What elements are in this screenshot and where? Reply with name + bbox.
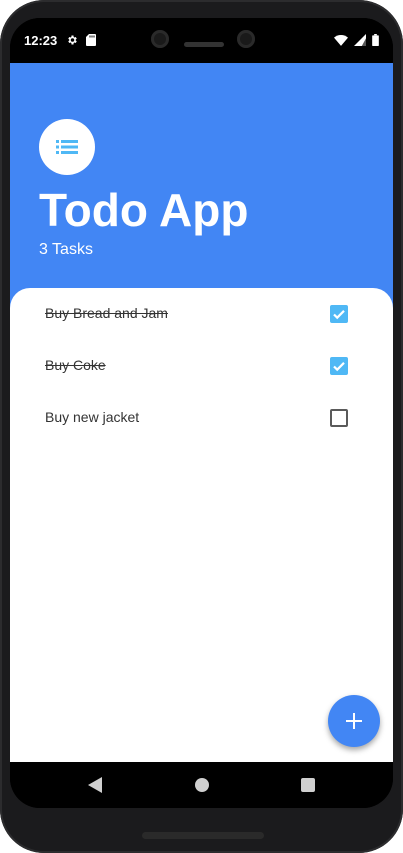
list-item[interactable]: Buy Coke bbox=[10, 340, 393, 392]
recents-button[interactable] bbox=[278, 762, 338, 808]
front-sensor-icon bbox=[237, 30, 255, 48]
task-label: Buy Bread and Jam bbox=[45, 305, 168, 321]
page-title: Todo App bbox=[39, 184, 249, 236]
task-checkbox-checked[interactable] bbox=[330, 357, 348, 375]
task-checkbox-checked[interactable] bbox=[330, 305, 348, 323]
task-count: 3 Tasks bbox=[39, 241, 93, 258]
navigation-bar bbox=[10, 762, 393, 808]
screen: 12:23 Todo App 3 Tasks Buy Bread and Jam… bbox=[10, 18, 393, 808]
task-checkbox-unchecked[interactable] bbox=[330, 409, 348, 427]
back-icon bbox=[88, 777, 102, 793]
status-bar: 12:23 bbox=[10, 18, 393, 63]
task-label: Buy new jacket bbox=[45, 409, 140, 425]
home-icon bbox=[195, 778, 209, 792]
front-camera-icon bbox=[151, 30, 169, 48]
list-icon bbox=[56, 140, 78, 154]
check-icon bbox=[333, 310, 345, 320]
list-item[interactable]: Buy new jacket bbox=[10, 392, 393, 444]
list-item[interactable]: Buy Bread and Jam bbox=[10, 288, 393, 340]
todo-app: Todo App 3 Tasks Buy Bread and Jam Buy C… bbox=[10, 63, 393, 762]
gear-icon bbox=[68, 35, 77, 45]
plus-icon bbox=[346, 713, 362, 729]
status-time: 12:23 bbox=[24, 33, 58, 48]
signal-icon bbox=[354, 34, 366, 46]
camera-notch bbox=[138, 18, 268, 62]
status-left-icons bbox=[66, 34, 96, 46]
task-label: Buy Coke bbox=[45, 357, 106, 373]
earpiece-speaker bbox=[184, 42, 224, 47]
back-button[interactable] bbox=[65, 762, 125, 808]
phone-frame: 12:23 Todo App 3 Tasks Buy Bread and Jam… bbox=[0, 0, 403, 853]
sd-card-icon bbox=[86, 34, 96, 46]
wifi-icon bbox=[334, 34, 348, 46]
battery-icon bbox=[372, 34, 379, 46]
header-avatar bbox=[39, 119, 95, 175]
add-task-button[interactable] bbox=[328, 695, 380, 747]
status-right-icons bbox=[334, 34, 379, 46]
bottom-speaker bbox=[142, 832, 264, 839]
home-button[interactable] bbox=[172, 762, 232, 808]
app-header: Todo App 3 Tasks bbox=[10, 63, 393, 303]
task-list: Buy Bread and Jam Buy Coke Buy new jacke… bbox=[10, 288, 393, 762]
recents-icon bbox=[301, 778, 315, 792]
check-icon bbox=[333, 362, 345, 372]
